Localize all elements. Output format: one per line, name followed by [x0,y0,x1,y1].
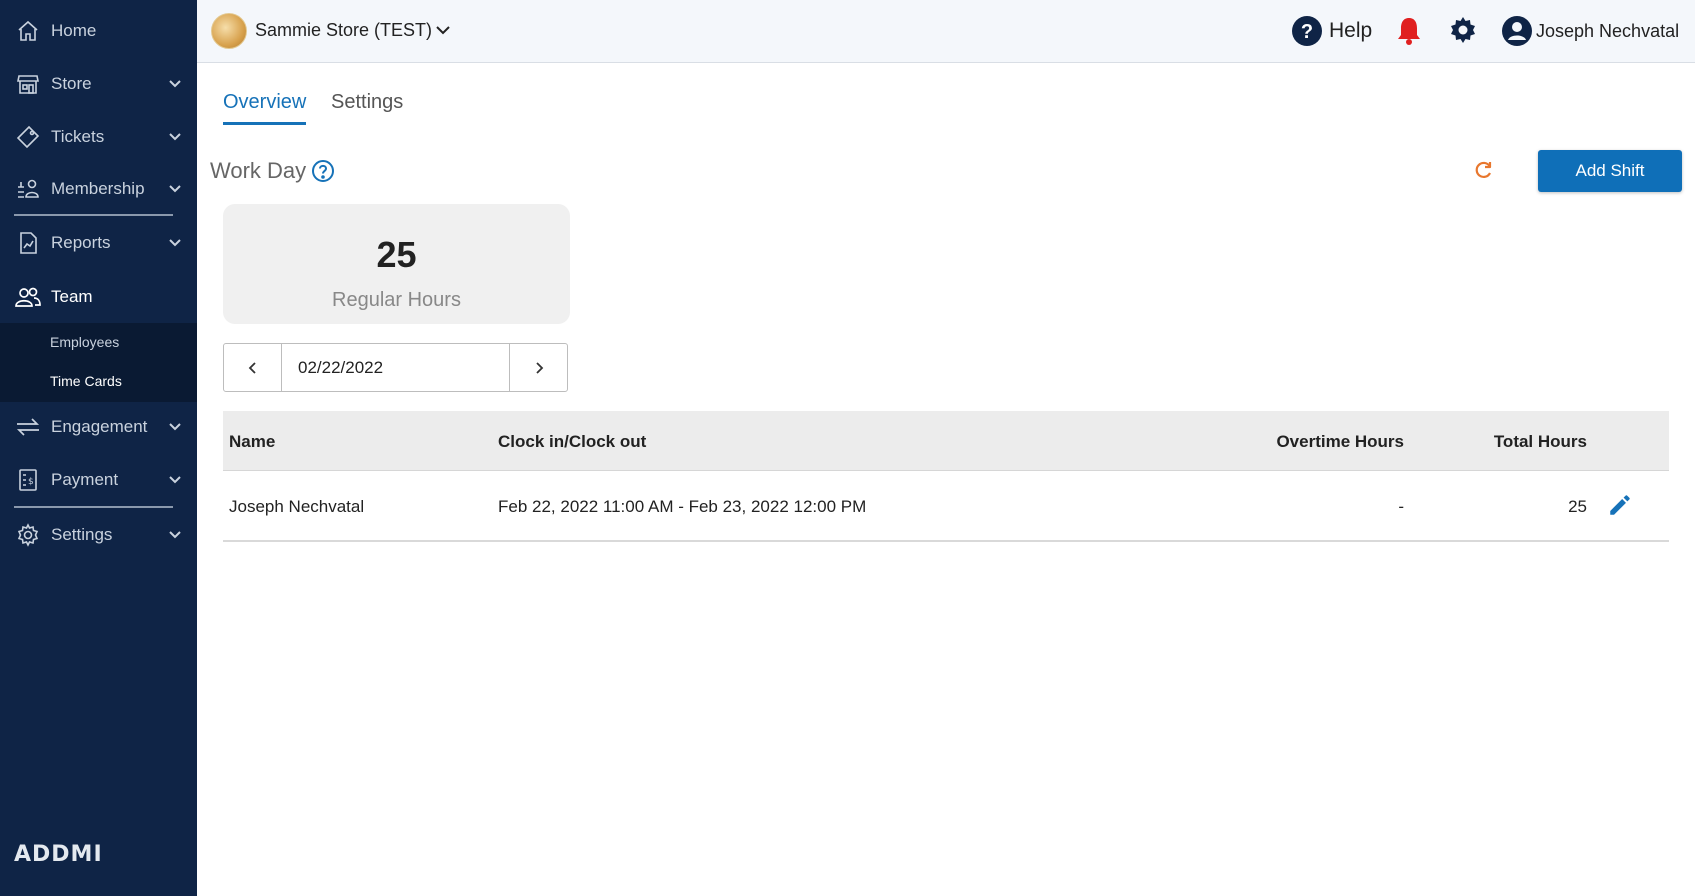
addmi-logo: ADDMI [14,842,103,867]
previous-day-button[interactable] [224,344,282,391]
sidebar-item-tickets[interactable]: Tickets [0,115,197,159]
sidebar-subitem-employees[interactable]: Employees [50,334,119,350]
cell-total: 25 [1568,497,1587,516]
sidebar-item-home[interactable]: Home [0,9,197,53]
sidebar-item-label: Engagement [51,417,148,436]
chevron-down-icon [168,77,182,91]
date-picker [223,343,568,392]
chevron-down-icon [168,182,182,196]
sidebar-item-payment[interactable]: $ Payment [0,458,197,502]
sidebar-item-label: Payment [51,470,119,489]
team-icon [15,284,41,310]
help-icon[interactable]: ? [1291,15,1323,47]
bell-icon[interactable] [1393,15,1425,47]
svg-text:?: ? [1301,21,1313,43]
help-link[interactable]: Help [1329,19,1372,43]
store-icon [15,71,41,97]
store-avatar[interactable] [211,13,247,49]
chevron-down-icon [168,420,182,434]
add-shift-button[interactable]: Add Shift [1538,150,1682,192]
sidebar-item-team[interactable]: Team [0,275,197,319]
sidebar-item-settings[interactable]: Settings [0,513,197,557]
tab-settings[interactable]: Settings [331,91,403,114]
refresh-icon[interactable] [1474,160,1494,180]
sidebar-item-label: Settings [51,525,113,544]
sidebar-item-label: Home [51,21,97,40]
column-header-overtime[interactable]: Overtime Hours [1276,432,1404,452]
user-avatar-icon[interactable] [1501,15,1533,47]
home-icon [15,18,41,44]
sidebar-item-reports[interactable]: Reports [0,221,197,265]
sidebar-subitem-time-cards[interactable]: Time Cards [50,373,122,389]
regular-hours-label: Regular Hours [332,289,461,311]
regular-hours-value: 25 [376,234,417,275]
active-tab-indicator [223,122,306,125]
regular-hours-card: 25 Regular Hours [223,204,570,324]
chevron-right-icon [535,361,543,374]
cell-clock: Feb 22, 2022 11:00 AM - Feb 23, 2022 12:… [498,497,867,516]
sidebar-item-label: Membership [51,179,145,198]
column-header-name[interactable]: Name [229,432,275,452]
chevron-down-icon [168,528,182,542]
section-title: Work Day [210,158,307,183]
cell-name: Joseph Nechvatal [229,497,365,516]
sidebar-divider [14,506,173,508]
store-selector[interactable]: Sammie Store (TEST) [255,20,432,41]
chevron-down-icon[interactable] [435,22,451,38]
gear-icon[interactable] [1447,15,1479,47]
settings-icon [15,522,41,548]
sidebar-item-label: Tickets [51,127,105,146]
report-icon [15,230,41,256]
sidebar-item-membership[interactable]: Membership [0,167,197,211]
chevron-left-icon [248,361,256,374]
chevron-down-icon [168,130,182,144]
sidebar-item-label: Reports [51,233,111,252]
engagement-icon [15,414,41,440]
table-header: Name Clock in/Clock out Overtime Hours T… [223,411,1669,471]
user-name[interactable]: Joseph Nechvatal [1536,21,1679,42]
sidebar-item-label: Team [51,287,93,306]
sidebar-divider [14,214,173,216]
date-input[interactable] [282,344,511,391]
top-header: Sammie Store (TEST) ? Help Joseph Nechva… [197,0,1695,63]
chevron-down-icon [168,473,182,487]
chevron-down-icon [168,236,182,250]
column-header-total[interactable]: Total Hours [1494,432,1587,452]
cell-overtime: - [1398,497,1404,516]
sidebar: Home Store Tickets Membership Reports Te… [0,0,197,896]
sidebar-item-engagement[interactable]: Engagement [0,405,197,449]
question-circle-icon[interactable] [311,159,335,183]
tab-overview[interactable]: Overview [223,91,306,114]
membership-icon [15,176,41,202]
sidebar-item-store[interactable]: Store [0,62,197,106]
svg-text:$: $ [28,477,34,487]
table-row: Joseph Nechvatal Feb 22, 2022 11:00 AM -… [223,472,1669,542]
pencil-icon[interactable] [1607,492,1633,518]
sidebar-item-label: Store [51,74,92,93]
ticket-icon [15,124,41,150]
payment-icon: $ [15,467,41,493]
team-submenu: Employees Time Cards [0,323,197,402]
next-day-button[interactable] [509,344,567,391]
column-header-clock[interactable]: Clock in/Clock out [498,432,646,452]
